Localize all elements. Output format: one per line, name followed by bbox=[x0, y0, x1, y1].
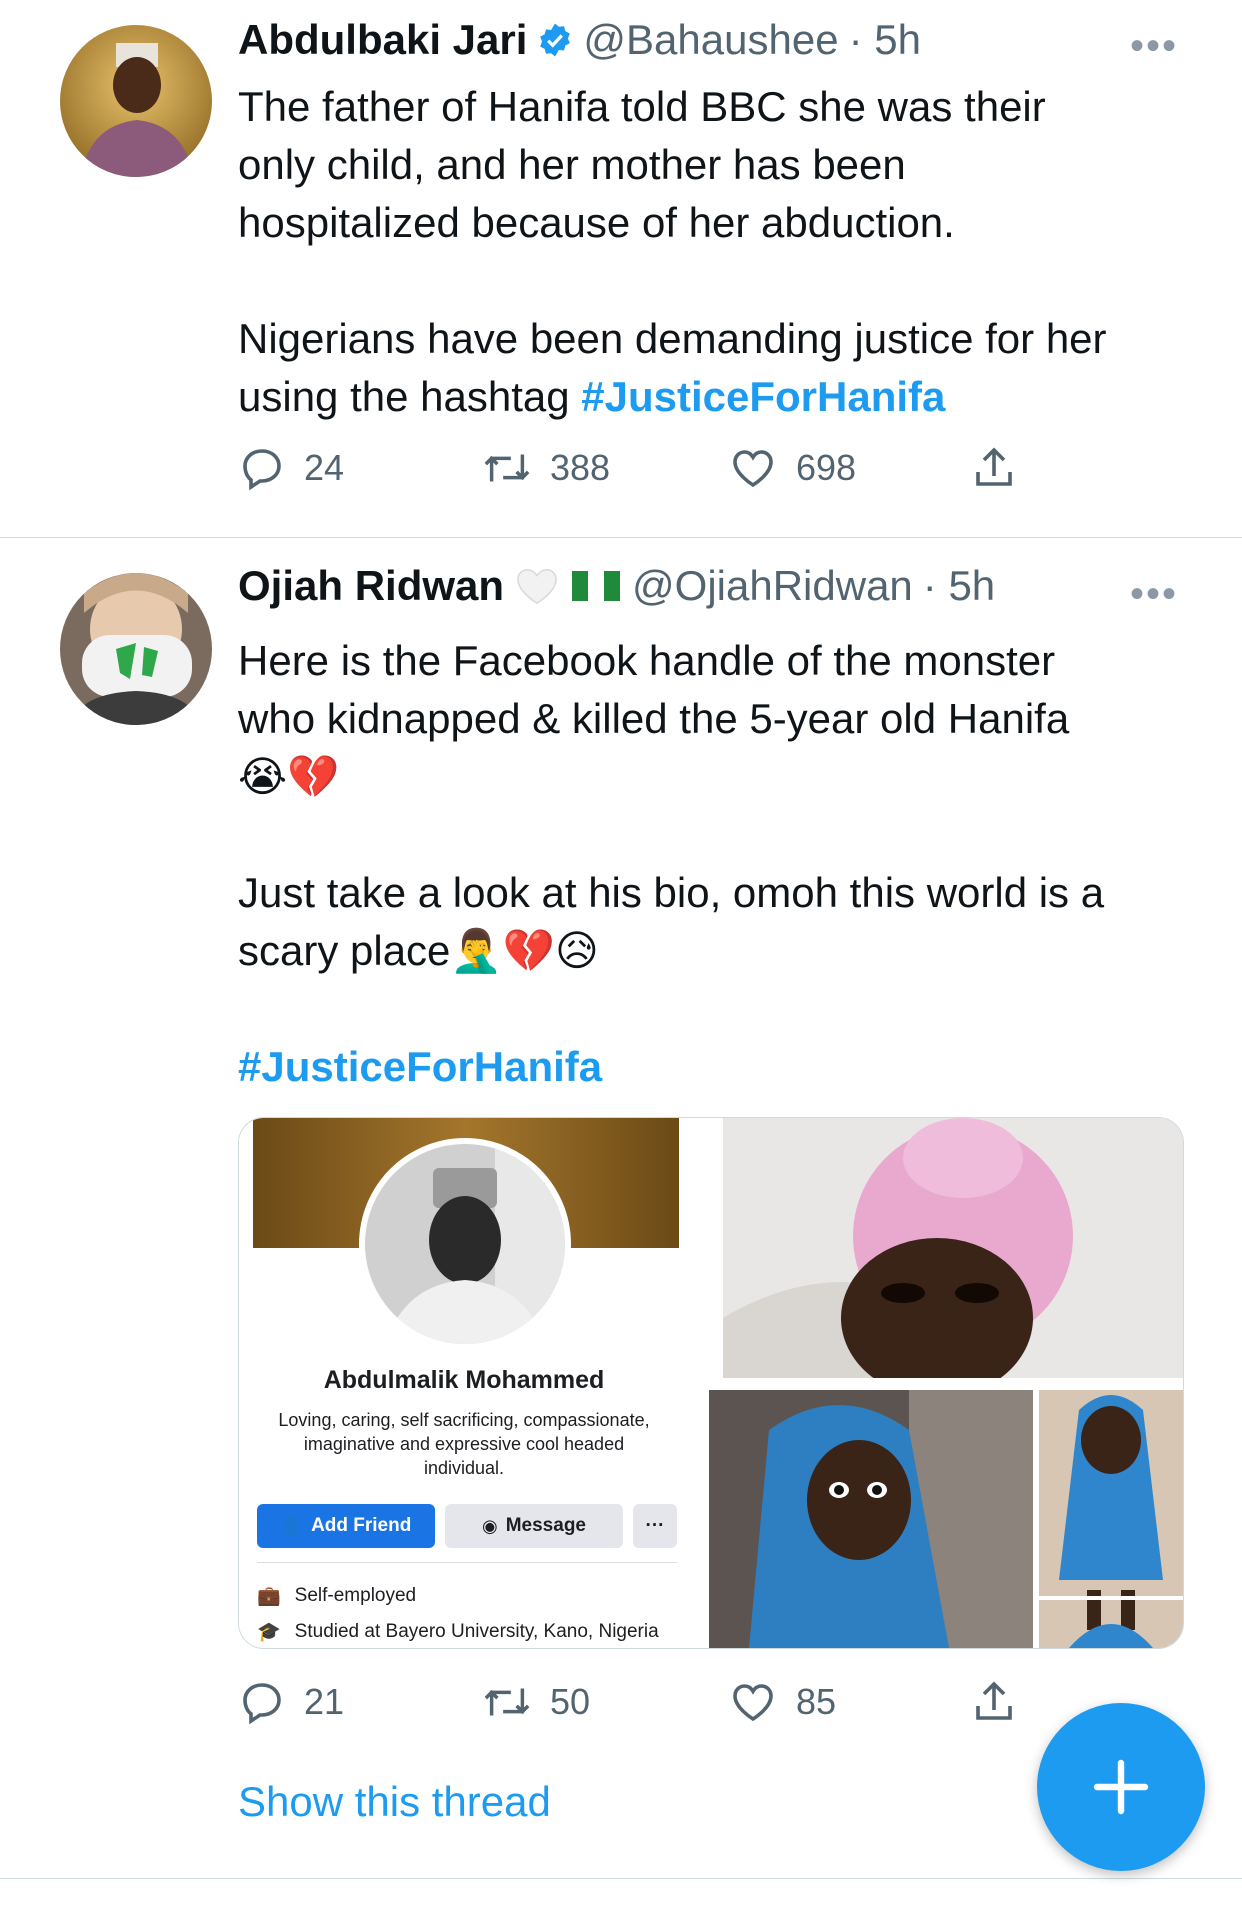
plus-icon bbox=[1093, 1759, 1149, 1815]
facebook-profile-screenshot[interactable]: Abdulmalik Mohammed Loving, caring, self… bbox=[239, 1118, 691, 1648]
retweet-icon bbox=[484, 1688, 530, 1716]
heart-icon bbox=[733, 450, 773, 488]
reply-icon bbox=[243, 1683, 281, 1725]
retweet-button[interactable]: 50 bbox=[482, 1678, 590, 1726]
briefcase-icon: 💼 bbox=[257, 1586, 281, 1607]
fb-profile-name: Abdulmalik Mohammed bbox=[323, 1366, 605, 1394]
avatar[interactable] bbox=[60, 25, 212, 177]
author-name[interactable]: Abdulbaki Jari bbox=[238, 16, 527, 64]
reply-count: 21 bbox=[304, 1681, 345, 1722]
fb-bio-line: imaginative and expressive cool headed bbox=[303, 1434, 625, 1454]
share-button[interactable] bbox=[970, 1678, 1018, 1726]
photo-baby-pink-hat[interactable] bbox=[723, 1118, 1183, 1378]
like-count: 85 bbox=[796, 1681, 837, 1722]
author-name[interactable]: Ojiah Ridwan bbox=[238, 562, 504, 610]
fb-education-text: Studied at Bayero University, Kano, Nige… bbox=[294, 1621, 659, 1642]
share-button[interactable] bbox=[970, 444, 1018, 492]
retweet-count: 388 bbox=[550, 447, 611, 488]
photo-child-standing[interactable] bbox=[1039, 1390, 1183, 1648]
tweet-line: scary place🤦‍♂️💔😥 bbox=[238, 927, 599, 974]
hashtag-link[interactable]: #JusticeForHanifa bbox=[581, 373, 945, 420]
fb-education-row: 🎓 Studied at Bayero University, Kano, Nig… bbox=[257, 1620, 659, 1644]
tweet-line: only child, and her mother has been bbox=[238, 141, 906, 188]
tweet-line: The father of Hanifa told BBC she was th… bbox=[238, 83, 1046, 130]
graduation-cap-icon: 🎓 bbox=[257, 1622, 281, 1643]
share-icon bbox=[976, 1681, 1012, 1720]
reply-count: 24 bbox=[304, 447, 345, 488]
tweet-line: who kidnapped & killed the 5-year old Ha… bbox=[238, 695, 1070, 742]
like-count: 698 bbox=[796, 447, 857, 488]
more-options-icon[interactable]: ••• bbox=[1130, 572, 1178, 617]
tweet-line: using the hashtag #JusticeForHanifa bbox=[238, 368, 1198, 426]
profile-photo bbox=[365, 1144, 565, 1344]
tweet-1[interactable]: Abdulbaki Jari @Bahaushee · 5h ••• The f… bbox=[0, 0, 1242, 491]
reply-icon bbox=[243, 449, 281, 491]
fb-bio-line: individual. bbox=[423, 1458, 505, 1478]
fb-bio-line: Loving, caring, self sacrificing, compas… bbox=[278, 1410, 650, 1430]
retweet-button[interactable]: 388 bbox=[482, 444, 610, 492]
retweet-count: 50 bbox=[550, 1681, 591, 1722]
fb-message-label: Message bbox=[505, 1515, 586, 1536]
fb-add-friend-label: Add Friend bbox=[311, 1515, 412, 1536]
tweet-line: Nigerians have been demanding justice fo… bbox=[238, 315, 1107, 362]
messenger-icon: ◉ bbox=[482, 1515, 498, 1536]
tweet-time[interactable]: · 5h bbox=[923, 562, 995, 610]
tweet-divider bbox=[0, 537, 1242, 538]
nigeria-flag-icon bbox=[572, 571, 621, 601]
tweet-line-text: using the hashtag bbox=[238, 373, 582, 420]
fb-work-row: 💼 Self-employed bbox=[257, 1584, 416, 1608]
reply-button[interactable]: 24 bbox=[238, 444, 344, 492]
compose-tweet-button[interactable] bbox=[1037, 1703, 1205, 1871]
fb-more-button[interactable]: ··· bbox=[633, 1504, 677, 1548]
fb-work-text: Self-employed bbox=[294, 1585, 417, 1606]
hashtag-link[interactable]: #JusticeForHanifa bbox=[238, 1038, 1198, 1096]
retweet-icon bbox=[484, 454, 530, 482]
white-heart-icon bbox=[517, 569, 557, 605]
avatar-image bbox=[60, 573, 212, 725]
avatar[interactable] bbox=[60, 573, 212, 725]
like-button[interactable]: 85 bbox=[728, 1678, 836, 1726]
fb-divider bbox=[257, 1562, 677, 1563]
tweet-divider bbox=[0, 1878, 1242, 1879]
avatar-image bbox=[60, 25, 212, 177]
author-handle[interactable]: @Bahaushee bbox=[583, 16, 838, 64]
fb-message-button[interactable]: ◉ Message bbox=[445, 1504, 623, 1548]
tweet-time[interactable]: · 5h bbox=[849, 16, 921, 64]
reply-button[interactable]: 21 bbox=[238, 1678, 344, 1726]
photo-child-blue-hijab[interactable] bbox=[709, 1390, 1033, 1648]
more-options-icon[interactable]: ••• bbox=[1130, 24, 1178, 69]
tweet-text: The father of Hanifa told BBC she was th… bbox=[238, 78, 1198, 426]
emoji-line: 😭💔 bbox=[238, 753, 340, 800]
add-friend-icon: 👤 bbox=[280, 1515, 304, 1536]
verified-badge-icon bbox=[540, 23, 571, 57]
tweet-line: hospitalized because of her abduction. bbox=[238, 199, 955, 246]
profile-photo-frame bbox=[359, 1138, 571, 1350]
heart-icon bbox=[733, 1684, 773, 1722]
media-grid[interactable]: Abdulmalik Mohammed Loving, caring, self… bbox=[238, 1117, 1184, 1649]
tweet-line: Here is the Facebook handle of the monst… bbox=[238, 637, 1056, 684]
share-icon bbox=[976, 447, 1012, 486]
show-thread-link[interactable]: Show this thread bbox=[238, 1778, 551, 1826]
author-handle[interactable]: @OjiahRidwan bbox=[632, 562, 913, 610]
fb-more-label: ··· bbox=[645, 1515, 665, 1536]
tweet-text: Here is the Facebook handle of the monst… bbox=[238, 632, 1198, 1096]
tweet-line: Just take a look at his bio, omoh this w… bbox=[238, 869, 1105, 916]
fb-add-friend-button[interactable]: 👤 Add Friend bbox=[257, 1504, 435, 1548]
fb-bio: Loving, caring, self sacrificing, compas… bbox=[259, 1408, 669, 1480]
tweet-2[interactable]: Ojiah Ridwan @OjiahRidwan · 5h ••• Here … bbox=[0, 548, 1242, 1878]
like-button[interactable]: 698 bbox=[728, 444, 856, 492]
